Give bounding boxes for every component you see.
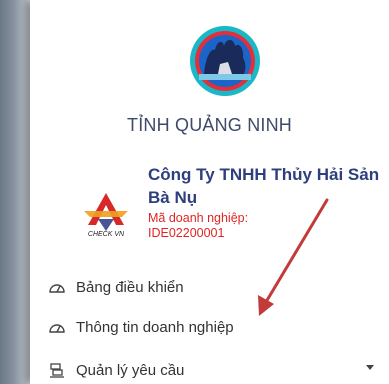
company-name: Công Ty TNHH Thủy Hải Sản Bà Nụ [148,165,380,207]
company-code: Mã doanh nghiệp: IDE02200001 [148,211,388,241]
menu-item-label: Bảng điều khiển [76,278,184,296]
menu-item-label: Quản lý yêu cầu [76,361,185,379]
menu-item-company-info[interactable]: Thông tin doanh nghiệp [48,314,388,340]
sidebar-panel: TỈNH QUẢNG NINH CHECK VN Công Ty TNHH Th… [30,0,389,384]
menu-item-label: Thông tin doanh nghiệp [76,318,234,336]
dashboard-gauge-icon [48,278,66,296]
menu-item-request-management[interactable]: Quản lý yêu cầu [48,357,388,383]
company-logo-text: CHECK VN [88,231,125,238]
checkvn-logo-icon: CHECK VN [78,189,134,239]
menu-item-dashboard[interactable]: Bảng điều khiển [48,274,388,300]
request-stack-icon [48,361,66,379]
province-emblem-icon [188,24,262,98]
dashboard-gauge-icon [48,318,66,336]
province-title: TỈNH QUẢNG NINH [127,115,292,135]
company-code-value: IDE02200001 [148,226,225,240]
chevron-down-icon[interactable] [366,365,374,370]
company-code-label: Mã doanh nghiệp: [148,211,249,225]
